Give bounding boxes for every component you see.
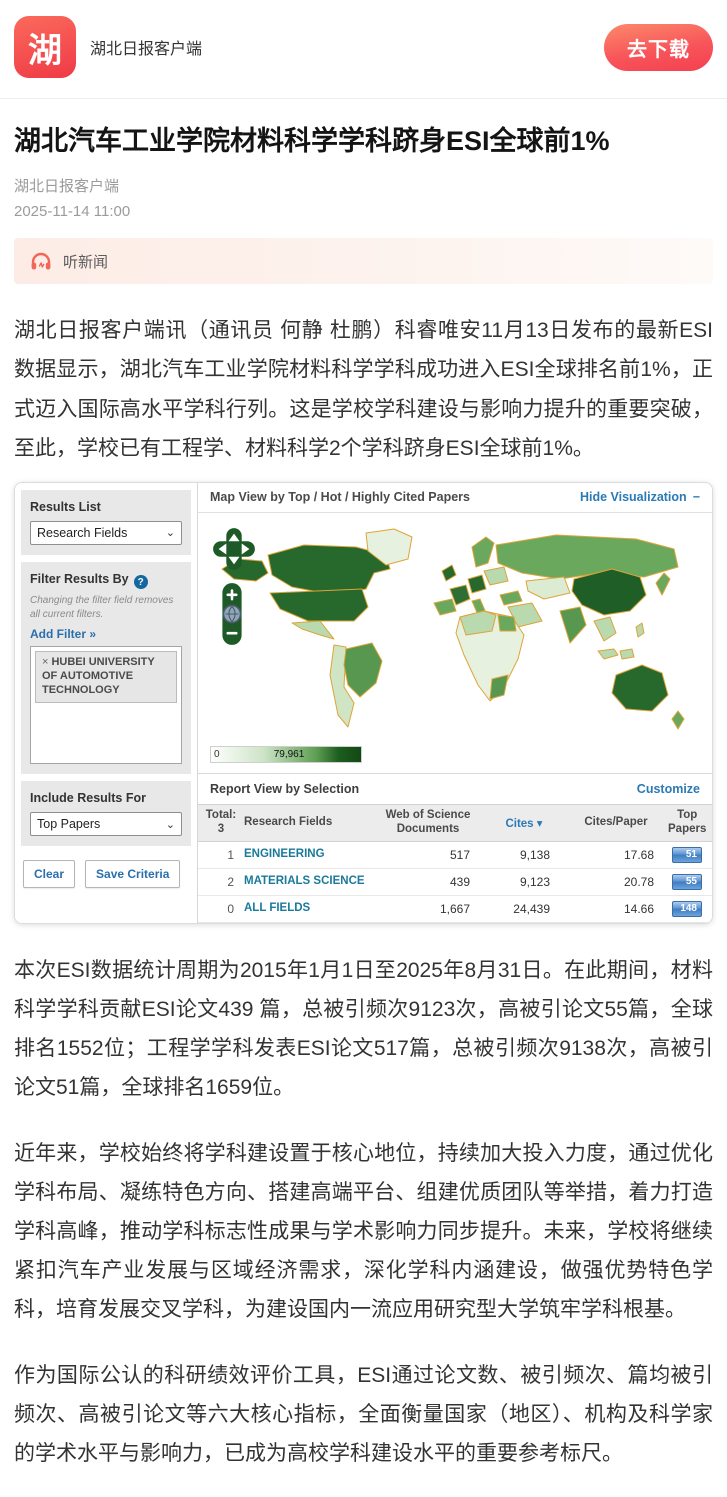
listen-news-label: 听新闻 — [63, 251, 108, 272]
filter-results-section: Filter Results By? Changing the filter f… — [21, 562, 191, 775]
chevron-down-icon: ⌄ — [166, 818, 175, 831]
app-logo: 湖 — [14, 16, 76, 78]
world-map[interactable] — [216, 519, 712, 759]
download-button[interactable]: 去下载 — [604, 24, 713, 71]
docs-value: 439 — [372, 875, 484, 889]
app-logo-glyph: 湖 — [28, 23, 62, 72]
col-cites-paper: Cites/Paper — [564, 816, 668, 830]
table-row: 1 ENGINEERING 517 9,138 17.68 51 — [198, 842, 712, 869]
filter-by-label: Filter Results By? — [30, 572, 182, 590]
filter-chip[interactable]: ×HUBEI UNIVERSITY OF AUTOMOTIVE TECHNOLO… — [35, 651, 177, 703]
clear-button[interactable]: Clear — [23, 860, 75, 888]
col-top-papers: Top Papers — [668, 809, 706, 837]
row-rank: 1 — [198, 848, 244, 862]
app-header: 湖 湖北日报客户端 去下载 — [0, 0, 727, 99]
table-header-row: Total: 3 Research Fields Web of Science … — [198, 804, 712, 842]
col-research-fields: Research Fields — [244, 816, 372, 830]
top-papers-bar: 51 — [668, 847, 702, 863]
total-header: Total: 3 — [198, 809, 244, 837]
listen-news-button[interactable]: 听新闻 — [14, 238, 713, 284]
filter-note: Changing the filter field removes all cu… — [30, 594, 182, 621]
customize-link[interactable]: Customize — [637, 782, 700, 796]
include-results-label: Include Results For — [30, 791, 182, 805]
filter-box: ×HUBEI UNIVERSITY OF AUTOMOTIVE TECHNOLO… — [30, 646, 182, 764]
include-results-select[interactable]: Top Papers ⌄ — [30, 812, 182, 836]
results-list-select[interactable]: Research Fields ⌄ — [30, 521, 182, 545]
map-controls — [212, 527, 256, 651]
results-list-label: Results List — [30, 500, 182, 514]
cites-per-paper-value: 14.66 — [564, 902, 668, 916]
article-title: 湖北汽车工业学院材料科学学科跻身ESI全球前1% — [14, 123, 713, 159]
top-papers-bar: 55 — [668, 874, 702, 890]
collapse-icon: − — [693, 490, 700, 504]
legend-max: 79,961 — [274, 749, 305, 760]
row-rank: 0 — [198, 902, 244, 916]
field-link[interactable]: MATERIALS SCIENCE — [244, 875, 372, 889]
map-view-title: Map View by Top / Hot / Highly Cited Pap… — [210, 490, 470, 504]
cites-per-paper-value: 17.68 — [564, 848, 668, 862]
field-link[interactable]: ALL FIELDS — [244, 902, 372, 916]
docs-value: 1,667 — [372, 902, 484, 916]
map-area: 0 79,961 — [198, 513, 712, 773]
field-link[interactable]: ENGINEERING — [244, 848, 372, 862]
report-view-title: Report View by Selection — [210, 782, 359, 796]
paragraph-4: 作为国际公认的科研绩效评价工具，ESI通过论文数、被引频次、篇均被引频次、高被引… — [14, 1356, 713, 1473]
top-papers-bar: 148 — [668, 901, 702, 917]
results-list-section: Results List Research Fields ⌄ — [21, 490, 191, 555]
chevron-down-icon: ⌄ — [166, 526, 175, 539]
col-cites-sort[interactable]: Cites ▾ — [484, 816, 564, 830]
paragraph-1: 湖北日报客户端讯（通讯员 何静 杜鹏）科睿唯安11月13日发布的最新ESI数据显… — [14, 311, 713, 467]
add-filter-link[interactable]: Add Filter » — [30, 627, 96, 641]
article-body: 湖北汽车工业学院材料科学学科跻身ESI全球前1% 湖北日报客户端 2025-11… — [0, 123, 727, 1473]
article-source: 湖北日报客户端 — [14, 175, 713, 196]
remove-filter-icon[interactable]: × — [42, 656, 48, 668]
filter-chip-label: HUBEI UNIVERSITY OF AUTOMOTIVE TECHNOLOG… — [42, 656, 155, 696]
headphones-icon — [30, 251, 52, 271]
app-name: 湖北日报客户端 — [90, 35, 202, 59]
col-documents: Web of Science Documents — [372, 809, 484, 837]
cites-value: 9,123 — [484, 875, 564, 889]
cites-per-paper-value: 20.78 — [564, 875, 668, 889]
map-zoom-control[interactable] — [221, 582, 243, 646]
save-criteria-button[interactable]: Save Criteria — [85, 860, 180, 888]
include-results-value: Top Papers — [37, 817, 100, 831]
esi-sidebar: Results List Research Fields ⌄ Filter Re… — [15, 483, 197, 923]
row-rank: 2 — [198, 875, 244, 889]
cites-value: 9,138 — [484, 848, 564, 862]
map-header: Map View by Top / Hot / Highly Cited Pap… — [198, 483, 712, 513]
help-icon[interactable]: ? — [134, 575, 148, 589]
article-date: 2025-11-14 11:00 — [14, 203, 713, 220]
esi-main-panel: Map View by Top / Hot / Highly Cited Pap… — [197, 483, 712, 923]
paragraph-2: 本次ESI数据统计周期为2015年1月1日至2025年8月31日。在此期间，材料… — [14, 951, 713, 1107]
map-legend: 0 79,961 — [210, 746, 362, 763]
table-row: 0 ALL FIELDS 1,667 24,439 14.66 148 — [198, 896, 712, 923]
legend-min: 0 — [214, 749, 220, 760]
results-list-value: Research Fields — [37, 526, 127, 540]
hide-visualization-link[interactable]: Hide Visualization − — [580, 490, 700, 504]
table-row: 2 MATERIALS SCIENCE 439 9,123 20.78 55 — [198, 869, 712, 896]
map-pan-control[interactable] — [212, 527, 256, 571]
report-header: Report View by Selection Customize — [198, 773, 712, 804]
paragraph-3: 近年来，学校始终将学科建设置于核心地位，持续加大投入力度，通过优化学科布局、凝练… — [14, 1134, 713, 1329]
sidebar-buttons: Clear Save Criteria — [23, 860, 189, 888]
esi-screenshot: Results List Research Fields ⌄ Filter Re… — [14, 482, 713, 924]
report-table: Total: 3 Research Fields Web of Science … — [198, 804, 712, 923]
cites-value: 24,439 — [484, 902, 564, 916]
docs-value: 517 — [372, 848, 484, 862]
include-results-section: Include Results For Top Papers ⌄ — [21, 781, 191, 846]
